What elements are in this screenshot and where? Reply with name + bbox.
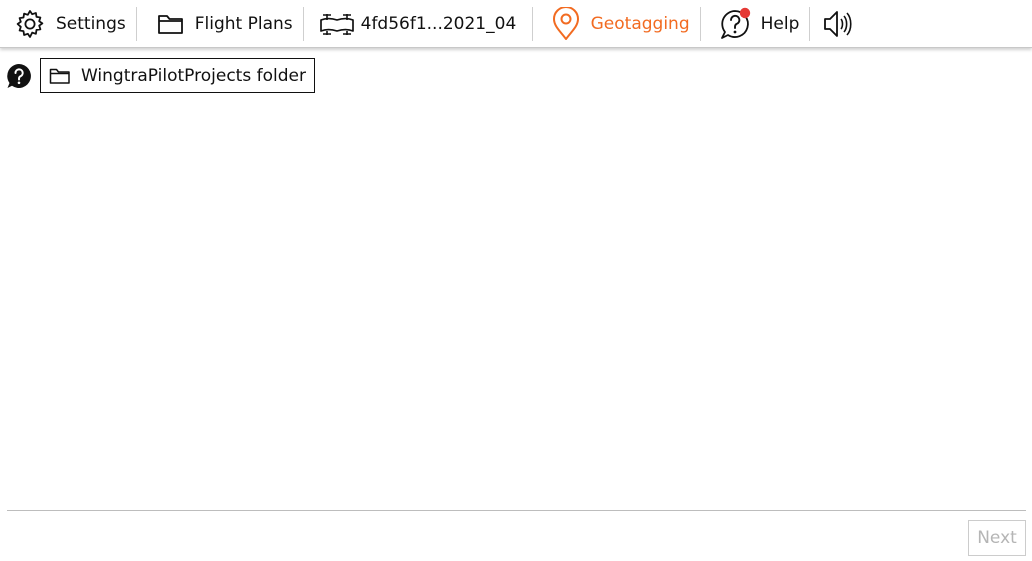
next-button[interactable]: Next [968,520,1026,556]
geotagging-button[interactable]: Geotagging [533,0,700,47]
flight-plans-label: Flight Plans [194,13,293,34]
drone-label: 4fd56f1...2021_04 [360,13,517,34]
open-projects-folder-button[interactable]: WingtraPilotProjects folder [40,58,315,93]
gear-icon [14,8,46,40]
footer-divider [7,510,1026,511]
speaker-icon [822,9,852,39]
drone-selector-button[interactable]: 4fd56f1...2021_04 [304,0,532,47]
flight-plans-button[interactable]: Flight Plans [137,0,303,47]
help-label: Help [760,13,800,34]
settings-button[interactable]: Settings [0,0,136,47]
help-button[interactable]: Help [701,0,810,47]
folder-icon [157,12,185,36]
sound-toggle-button[interactable] [810,0,862,47]
location-pin-icon [551,6,581,41]
settings-label: Settings [56,13,126,34]
top-toolbar: Settings Flight Plans 4fd56f1...2021_04 [0,0,1032,48]
notification-dot [739,7,750,18]
project-folder-row: WingtraPilotProjects folder [6,58,315,93]
folder-icon [49,67,71,85]
geotagging-label: Geotagging [590,13,690,34]
help-icon [719,7,753,41]
drone-icon [318,11,356,37]
folder-button-label: WingtraPilotProjects folder [81,65,306,86]
question-bubble-icon[interactable] [6,63,32,89]
